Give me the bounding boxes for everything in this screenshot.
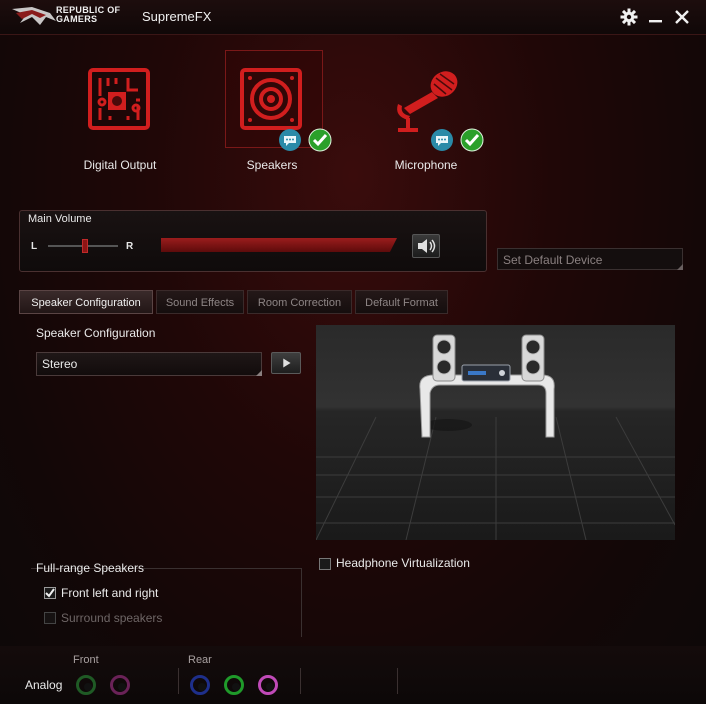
jack-group-divider <box>178 668 179 694</box>
microphone-icon <box>397 71 458 132</box>
headphone-virtualization-checkbox[interactable] <box>319 558 331 570</box>
dropdown-corner-icon <box>256 370 262 376</box>
full-range-speakers-title: Full-range Speakers <box>36 561 145 575</box>
device-label: Digital Output <box>83 158 157 172</box>
title-bar[interactable]: REPUBLIC OF GAMERS SupremeFX <box>0 0 706 35</box>
desk-speakers-illustration <box>316 334 675 540</box>
gear-icon[interactable] <box>619 7 639 27</box>
minimize-icon[interactable] <box>646 7 666 27</box>
tab-sound-effects[interactable]: Sound Effects <box>156 290 244 314</box>
app-title: SupremeFX <box>142 9 212 24</box>
full-range-speakers-group <box>31 568 302 637</box>
chat-icon <box>279 129 301 151</box>
analog-jack-bar: Front Rear Analog <box>0 646 706 704</box>
front-left-right-checkbox[interactable] <box>44 587 56 599</box>
front-jack-pink[interactable] <box>110 675 130 695</box>
balance-slider-handle[interactable] <box>82 239 88 253</box>
check-icon <box>460 128 484 152</box>
speaker-preview-scene <box>316 325 675 540</box>
volume-slider[interactable] <box>161 238 397 252</box>
device-label: Microphone <box>394 158 458 172</box>
tab-room-correction[interactable]: Room Correction <box>247 290 352 314</box>
balance-left-label: L <box>31 241 38 252</box>
speaker-configuration-select[interactable]: Stereo <box>36 352 262 376</box>
device-label: Speakers <box>246 158 298 172</box>
dropdown-corner-icon <box>677 264 683 270</box>
close-icon[interactable] <box>672 7 692 27</box>
speaker-volume-icon[interactable] <box>412 234 440 258</box>
front-left-right-label: Front left and right <box>61 586 159 600</box>
set-default-device-dropdown[interactable]: Set Default Device <box>497 248 683 270</box>
jack-group-divider <box>300 668 301 694</box>
tab-default-format[interactable]: Default Format <box>355 290 448 314</box>
play-icon[interactable] <box>271 352 301 374</box>
check-mark-icon <box>45 588 55 598</box>
front-jack-green[interactable] <box>76 675 96 695</box>
app-window: REPUBLIC OF GAMERS SupremeFX Digital Out… <box>0 0 706 704</box>
surround-speakers-checkbox <box>44 612 56 624</box>
jack-group-divider <box>397 668 398 694</box>
rear-jack-green[interactable] <box>224 675 244 695</box>
speaker-configuration-label: Speaker Configuration <box>36 326 156 340</box>
headphone-virtualization-label: Headphone Virtualization <box>336 556 470 570</box>
rear-jack-blue[interactable] <box>190 675 210 695</box>
surround-speakers-label: Surround speakers <box>61 611 163 625</box>
rear-jack-pink[interactable] <box>258 675 278 695</box>
chat-icon <box>431 129 453 151</box>
speaker-icon <box>240 68 302 130</box>
main-volume-panel: Main Volume L R <box>19 210 487 272</box>
brand-line-2: GAMERS <box>56 14 98 24</box>
rear-jacks-label: Rear <box>188 654 212 666</box>
brand-text: REPUBLIC OF GAMERS <box>56 6 120 24</box>
tab-speaker-configuration[interactable]: Speaker Configuration <box>19 290 153 314</box>
main-volume-title: Main Volume <box>28 213 92 225</box>
front-jacks-label: Front <box>73 654 99 666</box>
analog-label: Analog <box>25 678 63 692</box>
digital-output-icon <box>88 68 150 130</box>
balance-right-label: R <box>126 241 134 252</box>
check-icon <box>308 128 332 152</box>
